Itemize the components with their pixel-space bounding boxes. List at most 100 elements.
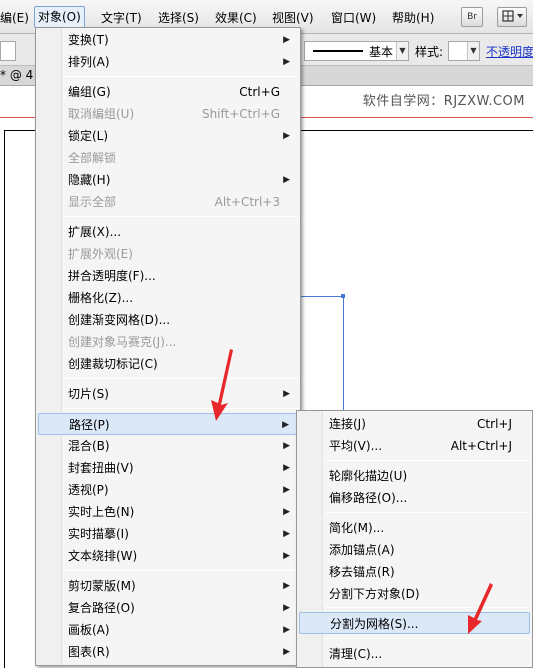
menu-edit[interactable]: 编(E) — [0, 8, 29, 28]
menu-item-label: 编组(G) — [68, 85, 111, 99]
menu-item[interactable]: 剪切蒙版(M) ▶ — [38, 575, 298, 597]
menu-item-label: 偏移路径(O)... — [329, 491, 408, 505]
menu-item[interactable]: 文本绕排(W) ▶ — [38, 545, 298, 567]
menu-item-label: 分割下方对象(D) — [329, 587, 420, 601]
submenu-arrow-icon: ▶ — [283, 441, 290, 451]
stroke-style-dropdown[interactable]: 基本 ▼ — [304, 41, 409, 61]
menu-item-label: 分割为网格(S)... — [330, 617, 419, 631]
menu-item[interactable]: 复合路径(O) ▶ — [38, 597, 298, 619]
fill-dropdown[interactable] — [0, 41, 16, 61]
menu-item-label: 拼合透明度(F)... — [68, 269, 156, 283]
menu-item[interactable]: 锁定(L) ▶ — [38, 125, 298, 147]
menu-separator — [325, 512, 530, 513]
menu-item[interactable]: 排列(A) ▶ — [38, 51, 298, 73]
menu-item[interactable]: 创建裁切标记(C) — [38, 353, 298, 375]
menu-item-label: 清理(C)... — [329, 647, 383, 661]
menu-separator — [64, 408, 298, 409]
menu-item[interactable]: 画板(A) ▶ — [38, 619, 298, 641]
path-segment-right[interactable] — [343, 296, 344, 416]
stroke-style-value: 基本 — [369, 45, 394, 59]
menu-item-label: 全部解锁 — [68, 151, 117, 165]
opacity-link[interactable]: 不透明度 — [486, 43, 533, 60]
menu-item[interactable]: 偏移路径(O)... — [299, 487, 530, 509]
menu-item[interactable]: 透视(P) ▶ — [38, 479, 298, 501]
submenu-arrow-icon: ▶ — [283, 485, 290, 495]
menu-item-label: 锁定(L) — [68, 129, 109, 143]
menu-item-label: 切片(S) — [68, 387, 109, 401]
menu-window[interactable]: 窗口(W) — [331, 8, 376, 28]
submenu-arrow-icon: ▶ — [283, 507, 290, 517]
menu-item-shortcut: Ctrl+J — [477, 417, 512, 431]
menu-item-label: 混合(B) — [68, 439, 110, 453]
menu-item-label: 创建裁切标记(C) — [68, 357, 158, 371]
workspace-layout-icon[interactable] — [497, 7, 527, 27]
menu-item-label: 扩展(X)... — [68, 225, 122, 239]
menu-object[interactable]: 对象(O) — [34, 6, 85, 28]
menu-effect[interactable]: 效果(C) — [215, 8, 257, 28]
menu-item-label: 文本绕排(W) — [68, 549, 138, 563]
menu-item[interactable]: 栅格化(Z)... — [38, 287, 298, 309]
menu-item[interactable]: 取消编组(U) Shift+Ctrl+G — [38, 103, 298, 125]
menu-item-label: 栅格化(Z)... — [68, 291, 134, 305]
menu-item[interactable]: 平均(V)... Alt+Ctrl+J — [299, 435, 530, 457]
menu-item[interactable]: 实时上色(N) ▶ — [38, 501, 298, 523]
menu-item[interactable]: 实时描摹(I) ▶ — [38, 523, 298, 545]
document-tab[interactable]: * @ 4 — [0, 68, 33, 82]
path-segment-top[interactable] — [300, 296, 343, 297]
graphic-style-dropdown[interactable]: ▼ — [448, 41, 480, 61]
menu-item[interactable]: 轮廓化描边(U) — [299, 465, 530, 487]
menu-item[interactable]: 创建渐变网格(D)... — [38, 309, 298, 331]
menu-separator — [64, 570, 298, 571]
menu-select[interactable]: 选择(S) — [158, 8, 199, 28]
menu-item-label: 扩展外观(E) — [68, 247, 133, 261]
annotation-arrow-icon — [468, 583, 493, 634]
menu-item[interactable]: 全部解锁 — [38, 147, 298, 169]
menu-item-label: 复合路径(O) — [68, 601, 135, 615]
submenu-arrow-icon: ▶ — [283, 463, 290, 473]
menu-item[interactable]: 创建对象马赛克(J)... — [38, 331, 298, 353]
menu-item[interactable]: 扩展(X)... — [38, 221, 298, 243]
menu-item[interactable]: 混合(B) ▶ — [38, 435, 298, 457]
menu-item-label: 变换(T) — [68, 33, 109, 47]
menu-item-label: 画板(A) — [68, 623, 110, 637]
menu-type[interactable]: 文字(T) — [101, 8, 142, 28]
menu-separator — [325, 638, 530, 639]
menu-item[interactable]: 添加锚点(A) — [299, 539, 530, 561]
menu-item-label: 简化(M)... — [329, 521, 385, 535]
menu-separator — [64, 216, 298, 217]
submenu-arrow-icon: ▶ — [282, 420, 289, 430]
menu-item[interactable]: 隐藏(H) ▶ — [38, 169, 298, 191]
menu-item[interactable]: 变换(T) ▶ — [38, 29, 298, 51]
menu-item-label: 隐藏(H) — [68, 173, 111, 187]
menu-item[interactable]: 拼合透明度(F)... — [38, 265, 298, 287]
layout-grid-icon — [502, 10, 523, 22]
menu-item-label: 连接(J) — [329, 417, 366, 431]
menu-item-label: 创建渐变网格(D)... — [68, 313, 171, 327]
menu-item[interactable]: 简化(M)... — [299, 517, 530, 539]
menu-item-label: 实时上色(N) — [68, 505, 135, 519]
menu-item[interactable]: 编组(G) Ctrl+G — [38, 81, 298, 103]
menu-help[interactable]: 帮助(H) — [392, 8, 434, 28]
bridge-icon[interactable]: Br — [461, 7, 483, 27]
menu-item[interactable]: 切片(S) ▶ — [38, 383, 298, 405]
menu-item[interactable]: 连接(J) Ctrl+J — [299, 413, 530, 435]
watermark: 软件自学网：RJZXW.COM — [362, 94, 525, 109]
menu-item[interactable]: 清理(C)... — [299, 643, 530, 665]
menu-separator — [64, 76, 298, 77]
menu-item[interactable]: 扩展外观(E) — [38, 243, 298, 265]
menu-item[interactable]: 封套扭曲(V) ▶ — [38, 457, 298, 479]
annotation-arrow-icon — [211, 349, 233, 421]
submenu-arrow-icon: ▶ — [283, 551, 290, 561]
submenu-arrow-icon: ▶ — [283, 529, 290, 539]
menu-view[interactable]: 视图(V) — [272, 8, 314, 28]
menu-item[interactable]: 图表(R) ▶ — [38, 641, 298, 663]
anchor-point[interactable] — [341, 294, 345, 298]
submenu-arrow-icon: ▶ — [283, 581, 290, 591]
menu-item-label: 轮廓化描边(U) — [329, 469, 408, 483]
menu-item-label: 剪切蒙版(M) — [68, 579, 136, 593]
menu-item-label: 排列(A) — [68, 55, 110, 69]
stroke-line-preview — [313, 50, 363, 52]
menu-item[interactable]: 显示全部 Alt+Ctrl+3 — [38, 191, 298, 213]
menu-item[interactable]: 路径(P) ▶ — [38, 413, 298, 435]
menu-item-label: 取消编组(U) — [68, 107, 135, 121]
